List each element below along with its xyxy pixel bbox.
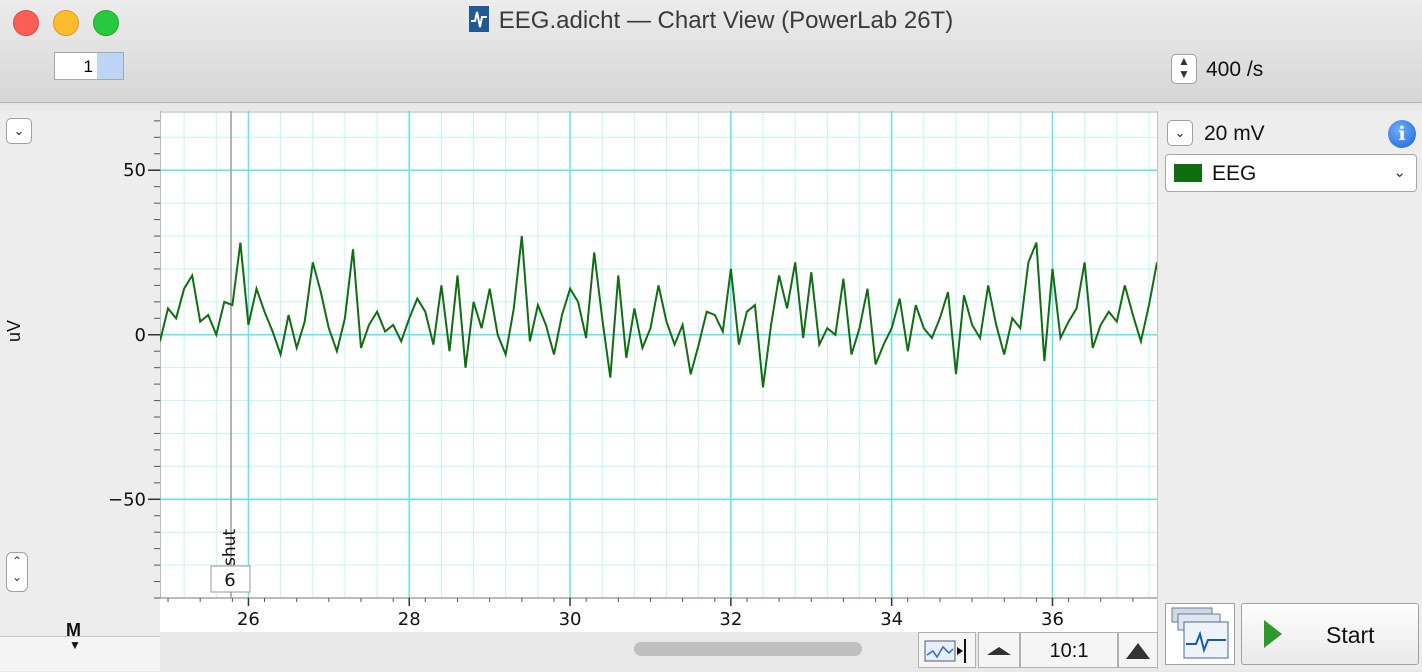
sample-rate-stepper[interactable]: ▲ ▼ [1171, 54, 1197, 84]
range-popup[interactable]: ⌄ [1167, 120, 1193, 146]
start-button[interactable]: Start [1241, 603, 1419, 665]
sample-rate-label: 400 /s [1206, 58, 1264, 81]
chevron-down-icon: ⌄ [1174, 125, 1186, 140]
title-bar: EEG.adicht — Chart View (PowerLab 26T) 1… [0, 0, 1422, 103]
play-icon [1264, 620, 1282, 648]
x-tick-label: 28 [398, 609, 421, 630]
window-title: EEG.adicht — Chart View (PowerLab 26T) [498, 7, 954, 34]
channel-settings-icon[interactable] [1165, 603, 1235, 665]
horizontal-scrollbar-thumb[interactable] [634, 642, 862, 656]
start-label: Start [1326, 622, 1375, 648]
page-number-field[interactable]: 1 [54, 52, 124, 80]
arrow-down-icon: ▼ [69, 638, 81, 652]
comment-number: 6 [224, 570, 235, 591]
x-tick-label: 34 [880, 609, 903, 630]
chevron-down-icon: ⌄ [1393, 164, 1406, 181]
y-tick-label: −50 [108, 489, 146, 510]
page-number-selection [97, 53, 123, 79]
channel-color-swatch [1174, 164, 1202, 182]
eeg-chart[interactable]: 26 28 30 32 34 36 shut 6 [160, 111, 1157, 632]
zoom-ratio: 10:1 [1020, 632, 1118, 668]
document-icon [468, 6, 489, 32]
zoom-out-button[interactable] [978, 632, 1020, 668]
x-tick-label: 32 [719, 609, 742, 630]
right-panel [1157, 111, 1422, 670]
marker-label: M [66, 620, 81, 640]
autoscale-button[interactable] [918, 632, 976, 668]
x-tick-label: 30 [559, 609, 582, 630]
comment-label: shut [220, 529, 240, 566]
page-number-value: 1 [83, 57, 93, 76]
x-axis-band [160, 598, 1157, 632]
y-tick-label: 50 [123, 160, 146, 181]
zoom-in-button[interactable] [1118, 632, 1158, 668]
window-title-area: EEG.adicht — Chart View (PowerLab 26T) [0, 6, 1422, 35]
stepper-down-icon[interactable]: ▼ [1178, 67, 1190, 81]
x-tick-label: 26 [237, 609, 260, 630]
range-label: 20 mV [1204, 122, 1265, 145]
channel-name: EEG [1212, 162, 1257, 185]
y-axis: 50 0 −50 [108, 120, 160, 599]
info-icon[interactable]: i [1388, 120, 1416, 148]
channel-select[interactable]: EEG ⌄ [1165, 154, 1417, 192]
marker-icon[interactable]: M ▼ [66, 620, 81, 652]
stepper-up-icon[interactable]: ▲ [1178, 54, 1190, 68]
x-tick-label: 36 [1041, 609, 1064, 630]
y-tick-label: 0 [135, 325, 146, 346]
chart-background [160, 111, 1157, 632]
